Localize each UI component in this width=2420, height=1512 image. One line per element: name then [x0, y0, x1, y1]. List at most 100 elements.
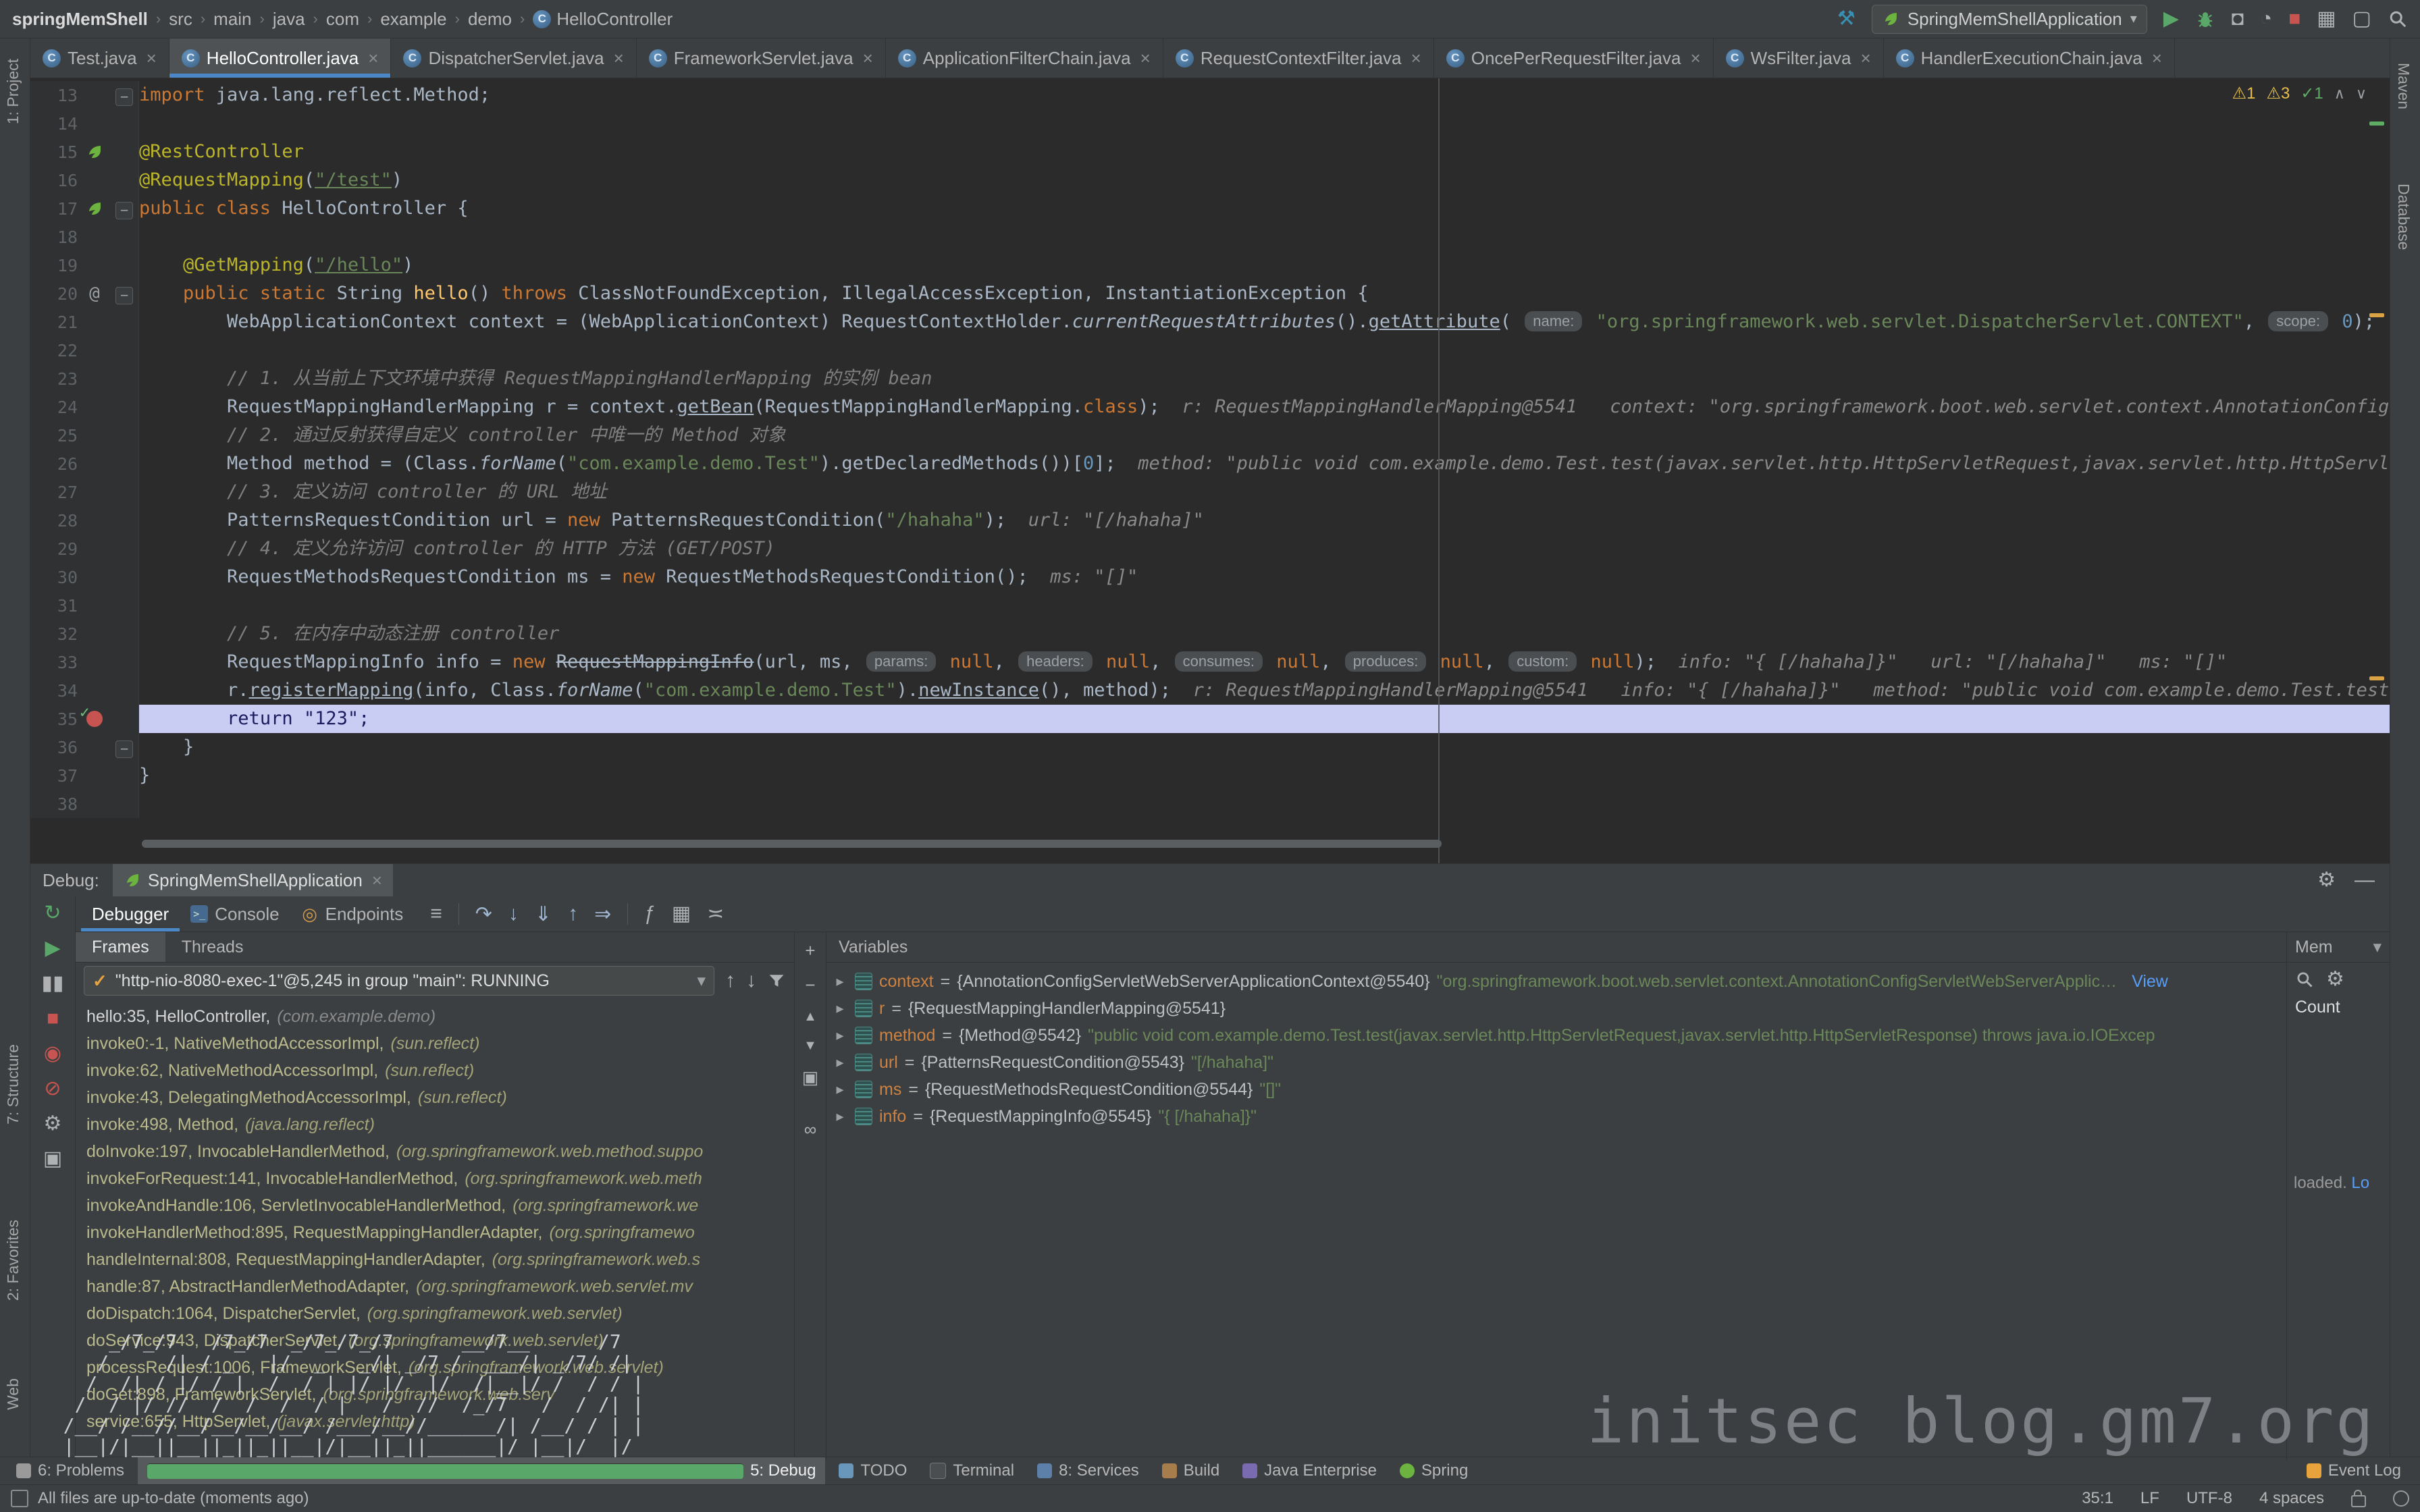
code-line[interactable]: 33 RequestMappingInfo info = new Request… [30, 648, 2390, 676]
expand-chevron-icon[interactable]: ▸ [832, 1081, 848, 1098]
resume-icon[interactable]: ▶ [45, 938, 60, 959]
debugger-tab-endpoints[interactable]: ◎Endpoints [290, 896, 415, 932]
editor-tab-hellocontroller-java[interactable]: CHelloController.java× [169, 38, 392, 78]
code-line[interactable]: 24 RequestMappingHandlerMapping r = cont… [30, 393, 2390, 421]
move-up-icon[interactable]: ▲ [804, 1009, 817, 1025]
gear-icon[interactable]: ⚙ [2326, 969, 2344, 990]
step-over-icon[interactable]: ↷ [475, 902, 492, 926]
compare-icon[interactable]: ≍ [707, 904, 724, 924]
expand-chevron-icon[interactable]: ▸ [832, 1054, 848, 1071]
code-line[interactable]: 22 [30, 336, 2390, 364]
code-line[interactable]: 13−import java.lang.reflect.Method; [30, 81, 2390, 109]
stripe-button-web[interactable]: Web [4, 1378, 22, 1410]
gear-icon[interactable]: ⚙ [2317, 870, 2336, 890]
code-line[interactable]: 14 [30, 109, 2390, 138]
next-frame-icon[interactable]: ↓ [746, 971, 756, 991]
editor-tab-requestcontextfilter-java[interactable]: CRequestContextFilter.java× [1163, 38, 1434, 78]
window-layout-icon[interactable]: ▢ [2352, 9, 2371, 29]
code-line[interactable]: 27 // 3. 定义访问 controller 的 URL 地址 [30, 478, 2390, 506]
code-line[interactable]: 34 r.registerMapping(info, Class.forName… [30, 676, 2390, 705]
close-icon[interactable]: × [1411, 48, 1421, 69]
stack-frame[interactable]: doGet:898, FrameworkServlet,(org.springf… [76, 1381, 794, 1408]
stack-frame[interactable]: invoke:62, NativeMethodAccessorImpl,(sun… [76, 1057, 794, 1084]
editor-tab-frameworkservlet-java[interactable]: CFrameworkServlet.java× [637, 38, 886, 78]
editor-tab-wsfilter-java[interactable]: CWsFilter.java× [1714, 38, 1884, 78]
toolwindow-button-6-problems[interactable]: 6: Problems [7, 1457, 134, 1484]
breadcrumb-item-main[interactable]: main [213, 9, 251, 30]
expand-chevron-icon[interactable]: ▸ [832, 1108, 848, 1125]
variable-row-ms[interactable]: ▸ms = {RequestMethodsRequestCondition@55… [826, 1076, 2286, 1103]
fold-icon[interactable]: − [115, 202, 133, 219]
close-icon[interactable]: × [1690, 48, 1700, 69]
code-line[interactable]: 15@RestController [30, 138, 2390, 166]
run-to-cursor-icon[interactable]: ⇒ [594, 902, 611, 926]
run-button[interactable]: ▶ [2163, 9, 2179, 29]
stack-frame[interactable]: handleInternal:808, RequestMappingHandle… [76, 1246, 794, 1273]
horizontal-scrollbar[interactable] [142, 840, 1442, 848]
view-link[interactable]: View [2132, 972, 2168, 992]
inspections-profile-icon[interactable] [2393, 1490, 2409, 1507]
frames-tab-threads[interactable]: Threads [165, 932, 260, 962]
breadcrumb-item-springmemshell[interactable]: springMemShell [12, 9, 148, 30]
tool-windows-icon[interactable]: ▦ [2317, 9, 2336, 29]
code-line[interactable]: 17−public class HelloController { [30, 194, 2390, 223]
close-icon[interactable]: × [863, 48, 873, 69]
close-icon[interactable]: × [147, 48, 157, 69]
stack-frame[interactable]: doInvoke:197, InvocableHandlerMethod,(or… [76, 1138, 794, 1165]
coverage-button[interactable]: ◘ [2232, 9, 2244, 29]
run-configuration-select[interactable]: SpringMemShellApplication ▾ [1872, 5, 2147, 34]
evaluate-expression-icon[interactable]: ƒ [644, 904, 656, 924]
debugger-tab-debugger[interactable]: Debugger [81, 896, 180, 932]
search-icon[interactable] [2295, 970, 2314, 989]
breadcrumb-item-src[interactable]: src [169, 9, 192, 30]
settings-icon[interactable]: ⚙ [44, 1114, 62, 1134]
view-breakpoints-icon[interactable]: ◉ [44, 1044, 61, 1064]
expand-chevron-icon[interactable]: ▸ [832, 1027, 848, 1044]
variable-row-method[interactable]: ▸method = {Method@5542} "public void com… [826, 1022, 2286, 1049]
editor-tab-handlerexecutionchain-java[interactable]: CHandlerExecutionChain.java× [1884, 38, 2175, 78]
code-editor[interactable]: 13−import java.lang.reflect.Method;1415@… [30, 78, 2390, 863]
inspections-widget[interactable]: ⚠1 ⚠3 ✓1 ∧ ∨ [2232, 84, 2367, 103]
view-as-grid-icon[interactable]: ▦ [672, 904, 691, 924]
stripe-button-7-structure[interactable]: 7: Structure [4, 1044, 22, 1125]
remove-watch-icon[interactable]: − [805, 975, 815, 996]
code-line[interactable]: 31 [30, 591, 2390, 620]
stop-button[interactable]: ■ [2288, 9, 2300, 29]
code-line[interactable]: 32 // 5. 在内存中动态注册 controller [30, 620, 2390, 648]
mute-breakpoints-icon[interactable]: ⊘ [44, 1079, 61, 1099]
frames-tab-frames[interactable]: Frames [76, 932, 165, 962]
editor-tab-onceperrequestfilter-java[interactable]: COncePerRequestFilter.java× [1434, 38, 1714, 78]
stack-frame[interactable]: handle:87, AbstractHandlerMethodAdapter,… [76, 1273, 794, 1300]
close-icon[interactable]: × [368, 48, 378, 69]
rerun-icon[interactable]: ↻ [44, 903, 61, 923]
wrench-icon[interactable]: ⚒ [1837, 9, 1856, 29]
fold-icon[interactable]: − [115, 88, 133, 106]
stack-frame[interactable]: invoke0:-1, NativeMethodAccessorImpl,(su… [76, 1030, 794, 1057]
variable-row-r[interactable]: ▸r = {RequestMappingHandlerMapping@5541} [826, 995, 2286, 1022]
move-down-icon[interactable]: ▼ [804, 1038, 817, 1054]
variable-row-url[interactable]: ▸url = {PatternsRequestCondition@5543} "… [826, 1049, 2286, 1076]
editor-tab-dispatcherservlet-java[interactable]: CDispatcherServlet.java× [391, 38, 636, 78]
close-icon[interactable]: × [372, 870, 382, 891]
stripe-button-database[interactable]: Database [2394, 184, 2413, 250]
stripe-button-maven[interactable]: Maven [2394, 63, 2413, 109]
toolwindow-button-8-services[interactable]: 8: Services [1028, 1457, 1149, 1484]
variable-row-info[interactable]: ▸info = {RequestMappingInfo@5545} "{ [/h… [826, 1103, 2286, 1130]
toolwindow-button-terminal[interactable]: Terminal [920, 1457, 1024, 1484]
previous-frame-icon[interactable]: ↑ [725, 971, 735, 991]
debugger-tab-console[interactable]: >_Console [180, 896, 290, 932]
toolwindow-button-todo[interactable]: TODO [829, 1457, 916, 1484]
event-log-button[interactable]: Event Log [2307, 1461, 2413, 1480]
stack-frame[interactable]: processRequest:1006, FrameworkServlet,(o… [76, 1354, 794, 1381]
step-into-icon[interactable]: ↓ [508, 902, 519, 925]
code-line[interactable]: 28 PatternsRequestCondition url = new Pa… [30, 506, 2390, 535]
lock-icon[interactable] [2351, 1495, 2366, 1507]
error-stripe-mark[interactable] [2369, 122, 2384, 126]
editor-tab-test-java[interactable]: CTest.java× [30, 38, 169, 78]
step-out-icon[interactable]: ↑ [568, 902, 578, 925]
breadcrumb-item-demo[interactable]: demo [468, 9, 512, 30]
spring-bean-icon[interactable] [78, 143, 111, 161]
toolwindow-button-5-debug[interactable]: 5: Debug [138, 1457, 825, 1484]
expand-chevron-icon[interactable]: ▸ [832, 1000, 848, 1017]
toolwindow-button-build[interactable]: Build [1153, 1457, 1229, 1484]
